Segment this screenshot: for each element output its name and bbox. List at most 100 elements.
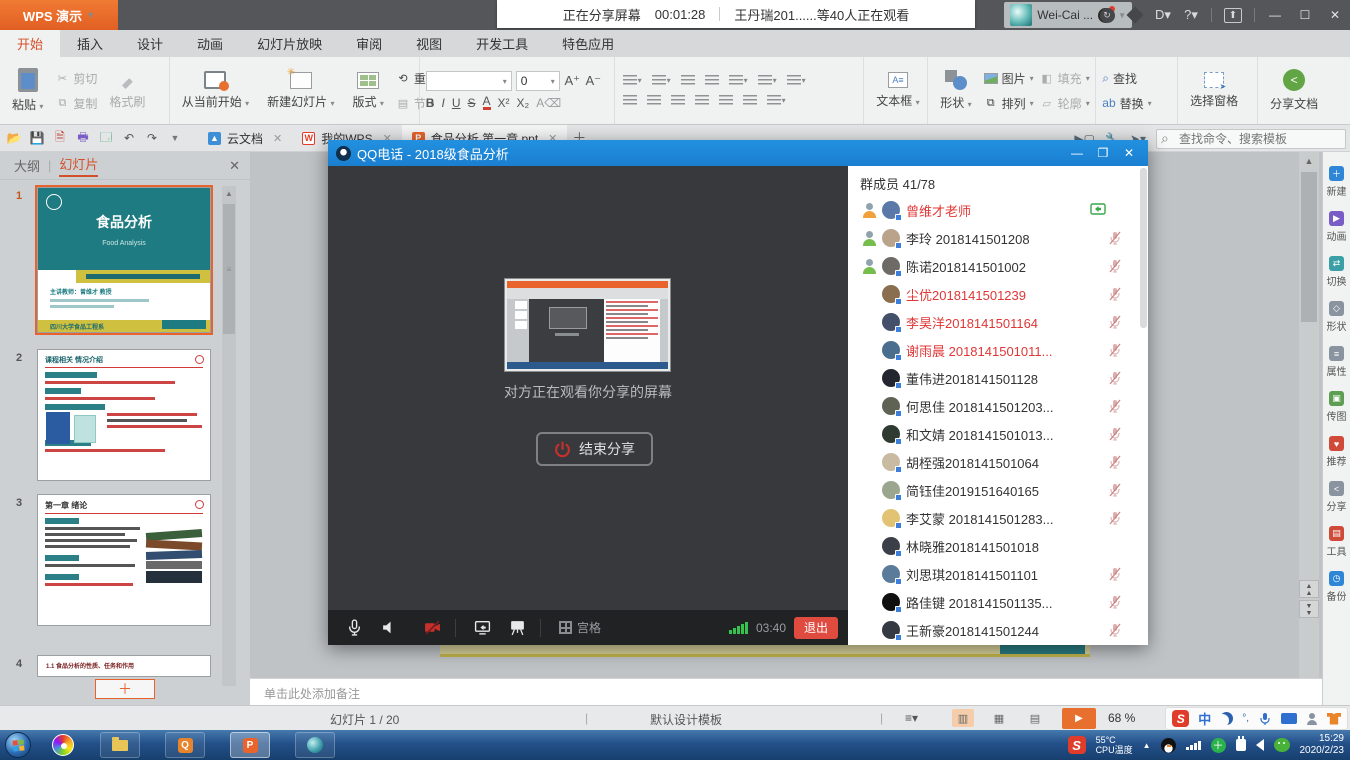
italic-button[interactable]: I [441,96,444,110]
picture-button[interactable]: 图片 ▾ [984,70,1034,87]
member-row[interactable]: 何思佳 2018141501203... [848,392,1148,420]
text-border-icon[interactable]: ▾ [756,74,779,87]
wechat-tray-icon[interactable] [1274,738,1290,752]
sogou-tray-icon[interactable]: S [1068,736,1086,754]
quickbar-dropdown-icon[interactable]: ▼ [166,129,184,147]
member-row[interactable]: 李艾蒙 2018141501283... [848,504,1148,532]
member-row[interactable]: 胡桎强2018141501064 [848,448,1148,476]
sidebar-item[interactable]: 传图 [1327,391,1347,423]
close-panel-icon[interactable]: ✕ [229,158,240,174]
scrollbar-thumb[interactable]: ≡ [223,204,235,334]
slide-thumbnail-1[interactable]: 食品分析 Food Analysis 主讲教师：曾维才 教授 四川大学食品工程系 [38,188,210,332]
qq-maximize-button[interactable]: ❐ [1090,140,1116,166]
fill-button[interactable]: ◧ 填充 ▾ [1040,70,1090,87]
skin-shirt-icon[interactable] [1327,713,1341,725]
end-share-button[interactable]: 结束分享 [536,432,653,466]
notes-area[interactable]: 单击此处添加备注 [250,678,1322,705]
share-document-button[interactable]: < 分享文档 [1264,63,1324,119]
camera-off-icon[interactable] [424,619,441,636]
underline-button[interactable]: U [452,96,461,110]
selection-pane-button[interactable]: 选择窗格 [1184,63,1244,119]
bold-button[interactable]: B [426,96,435,110]
microphone-icon[interactable] [346,619,363,636]
docer-icon[interactable]: D▾ [1155,7,1171,23]
undo-icon[interactable]: ↶ [120,129,138,147]
font-size-select[interactable]: 0▾ [516,71,560,91]
ribbon-tab[interactable]: 开发工具 [459,30,545,57]
member-row[interactable]: 陈诺2018141501002 [848,252,1148,280]
fullwidth-moon-icon[interactable] [1220,712,1233,725]
bullets-icon[interactable]: ▾ [621,74,644,87]
taskbar-wps-button[interactable]: P [230,732,270,758]
distribute-icon[interactable] [717,94,735,107]
member-row[interactable]: 和文婧 2018141501013... [848,420,1148,448]
panel-scrollbar[interactable]: ▲ ≡ [222,186,236,686]
taskbar-qq-app-button[interactable]: Q [165,732,205,758]
paste-button[interactable]: 粘贴 ▾ [6,63,49,119]
taskbar-explorer-button[interactable] [100,732,140,758]
power-plug-icon[interactable] [1236,739,1246,751]
tab-slides[interactable]: 幻灯片 [59,154,98,177]
add-slide-button[interactable]: ＋ [95,679,155,699]
maximize-button[interactable]: ☐ [1290,0,1320,30]
slide-thumbnail-3[interactable]: 第一章 绪论 [38,495,210,625]
sidebar-item[interactable]: 属性 [1327,346,1347,378]
notes-toggle-icon[interactable]: ≡▾ [905,711,918,725]
upload-icon[interactable]: ⬆ [1224,8,1242,23]
keyboard-icon[interactable] [1281,713,1297,724]
close-button[interactable]: ✕ [1320,0,1350,30]
community-icon[interactable] [1127,7,1143,23]
textbox-button[interactable]: A≡ 文本框 ▾ [870,63,925,119]
new-slide-button[interactable]: 新建幻灯片 ▾ [261,63,340,119]
grid-view-icon[interactable]: 宫格 [559,619,601,636]
strikethrough-button[interactable]: S [467,96,475,110]
shapes-button[interactable]: 形状 ▾ [934,63,977,119]
scrollbar-thumb[interactable] [1301,172,1317,322]
print-icon[interactable]: 🖶 [74,129,92,147]
punctuation-icon[interactable]: °, [1242,713,1249,724]
member-row[interactable]: 简钰佳2019151640165 [848,476,1148,504]
justify-icon[interactable] [693,94,711,107]
ribbon-tab[interactable]: 动画 [180,30,240,57]
clock[interactable]: 15:292020/2/23 [1300,733,1345,757]
skin-person-icon[interactable] [1306,713,1318,725]
next-slide-button[interactable]: ▼▼ [1299,600,1319,618]
qq-close-button[interactable]: ✕ [1116,140,1142,166]
taskbar-browser-button[interactable] [295,732,335,758]
sogou-logo-icon[interactable]: S [1172,710,1189,727]
find-button[interactable]: ⌕查找 [1102,70,1151,87]
ribbon-tab[interactable]: 插入 [60,30,120,57]
print-preview-icon[interactable]: 🗔 [97,129,115,147]
slideshow-play-button[interactable]: ▶ [1062,708,1096,729]
outline-button[interactable]: ▱ 轮廓 ▾ [1040,95,1090,112]
ribbon-tab[interactable]: 特色应用 [545,30,631,57]
character-spacing-icon[interactable]: ▾ [785,74,808,87]
text-direction-icon[interactable]: ▾ [727,74,750,87]
network-signal-icon[interactable] [1186,741,1201,750]
slide-thumbnail-2[interactable]: 课程相关 情况介绍 [38,350,210,480]
tray-expand-icon[interactable]: ▲ [1143,741,1151,750]
sidebar-item[interactable]: 切换 [1327,256,1347,288]
line-spacing-icon[interactable] [741,94,759,107]
member-row[interactable]: 尘优2018141501239 [848,280,1148,308]
sidebar-item[interactable]: 形状 [1327,301,1347,333]
minimize-button[interactable]: — [1260,0,1290,30]
normal-view-button[interactable]: ▥ [952,709,974,727]
slide-sorter-view-button[interactable]: ▦ [988,709,1010,727]
sidebar-item[interactable]: 推荐 [1327,436,1347,468]
share-screen-icon[interactable] [474,619,491,636]
wps-app-menu-button[interactable]: WPS 演示 ▼ [0,0,118,30]
member-row[interactable]: 刘思琪2018141501101 [848,560,1148,588]
export-pdf-icon[interactable]: 🗎 [51,129,69,147]
format-painter-button[interactable]: 格式刷 [103,63,151,119]
scroll-up-icon[interactable]: ▲ [222,186,236,198]
tab-outline[interactable]: 大纲 [14,156,40,175]
play-from-current-button[interactable]: 从当前开始 ▾ [176,63,255,119]
ribbon-tab[interactable]: 开始 [0,30,60,57]
superscript-button[interactable]: X² [498,96,510,110]
save-icon[interactable]: 💾 [28,129,46,147]
subscript-button[interactable]: X₂ [517,96,530,110]
whiteboard-icon[interactable] [509,619,526,636]
increase-indent-icon[interactable] [703,74,721,87]
exit-call-button[interactable]: 退出 [794,617,838,639]
